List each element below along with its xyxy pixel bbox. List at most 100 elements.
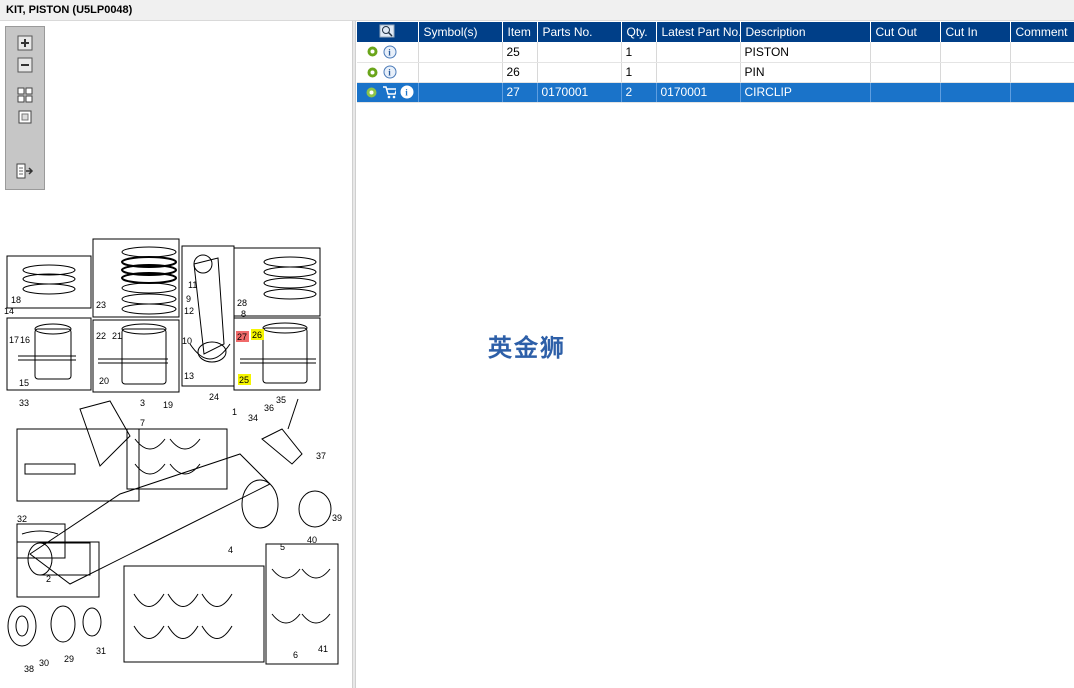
cell-qty: 1 xyxy=(621,62,657,83)
gear-icon[interactable] xyxy=(365,85,378,99)
svg-text:37: 37 xyxy=(316,451,326,461)
svg-text:39: 39 xyxy=(332,513,342,523)
table-row-selected[interactable]: i 27 0170001 2 0170001 CIRCLIP xyxy=(357,82,1074,103)
svg-text:27: 27 xyxy=(237,332,247,342)
column-header-cut-out[interactable]: Cut Out xyxy=(870,22,941,42)
svg-text:20: 20 xyxy=(99,376,109,386)
window-title: KIT, PISTON (U5LP0048) xyxy=(6,4,133,16)
cart-icon[interactable] xyxy=(382,85,396,99)
svg-text:14: 14 xyxy=(4,306,14,316)
diagram-toolbar xyxy=(5,26,45,190)
crank-box-1 xyxy=(16,428,140,502)
svg-text:9: 9 xyxy=(186,294,191,304)
cell-cut-out xyxy=(870,42,941,63)
gear-icon[interactable] xyxy=(365,65,379,79)
svg-text:36: 36 xyxy=(264,403,274,413)
svg-text:32: 32 xyxy=(17,514,27,524)
column-header-latest-part-no[interactable]: Latest Part No. xyxy=(656,22,741,42)
svg-text:15: 15 xyxy=(19,378,29,388)
svg-text:16: 16 xyxy=(20,335,30,345)
watermark: 英金狮 xyxy=(488,334,566,362)
column-header-tools[interactable] xyxy=(357,22,419,42)
table-row[interactable]: i 25 1 PISTON xyxy=(357,42,1074,63)
cell-description: PISTON xyxy=(740,42,871,63)
cell-latest-part-no xyxy=(656,62,741,83)
svg-text:38: 38 xyxy=(24,664,34,674)
key-box-32 xyxy=(16,523,66,559)
column-header-qty[interactable]: Qty. xyxy=(621,22,657,42)
zoom-out-icon[interactable] xyxy=(14,55,36,75)
column-header-item[interactable]: Item xyxy=(502,22,538,42)
pane-splitter[interactable] xyxy=(352,21,356,688)
column-header-comment[interactable]: Comment xyxy=(1010,22,1074,42)
zoom-in-icon[interactable] xyxy=(14,33,36,53)
fit-page-icon[interactable] xyxy=(14,107,36,127)
search-icon[interactable] xyxy=(379,24,395,38)
svg-text:29: 29 xyxy=(64,654,74,664)
svg-text:31: 31 xyxy=(96,646,106,656)
svg-text:30: 30 xyxy=(39,658,49,668)
cell-parts-no xyxy=(537,42,622,63)
info-icon[interactable]: i xyxy=(400,85,414,99)
cell-item: 25 xyxy=(502,42,538,63)
svg-text:18: 18 xyxy=(11,295,21,305)
column-header-description[interactable]: Description xyxy=(740,22,871,42)
svg-text:8: 8 xyxy=(241,309,246,319)
cell-comment xyxy=(1010,42,1074,63)
cell-qty: 1 xyxy=(621,42,657,63)
svg-text:23: 23 xyxy=(96,300,106,310)
info-icon[interactable]: i xyxy=(383,65,397,79)
gear-icon[interactable] xyxy=(365,45,379,59)
svg-text:10: 10 xyxy=(182,336,192,346)
table-row[interactable]: i 26 1 PIN xyxy=(357,62,1074,83)
svg-text:35: 35 xyxy=(276,395,286,405)
cell-latest-part-no xyxy=(656,42,741,63)
cell-description: PIN xyxy=(740,62,871,83)
cell-description: CIRCLIP xyxy=(740,82,871,103)
svg-text:41: 41 xyxy=(318,644,328,654)
cell-cut-out xyxy=(870,62,941,83)
fit-all-icon[interactable] xyxy=(14,85,36,105)
cell-parts-no xyxy=(537,62,622,83)
svg-text:12: 12 xyxy=(184,306,194,316)
svg-text:1: 1 xyxy=(232,407,237,417)
svg-text:33: 33 xyxy=(19,398,29,408)
connecting-rod-box xyxy=(181,245,235,387)
svg-text:7: 7 xyxy=(140,418,145,428)
cell-comment xyxy=(1010,82,1074,103)
cell-parts-no: 0170001 xyxy=(537,82,622,103)
svg-text:34: 34 xyxy=(248,413,258,423)
svg-text:25: 25 xyxy=(239,375,249,385)
cell-comment xyxy=(1010,62,1074,83)
gear-box-2 xyxy=(16,541,100,598)
table-header-row: Symbol(s) Item Parts No. Qty. Latest Par… xyxy=(357,22,1074,42)
window-titlebar: KIT, PISTON (U5LP0048) xyxy=(0,0,1074,21)
svg-text:2: 2 xyxy=(46,574,51,584)
svg-text:11: 11 xyxy=(188,280,197,290)
cell-latest-part-no: 0170001 xyxy=(656,82,741,103)
cell-cut-in xyxy=(940,82,1011,103)
svg-text:17: 17 xyxy=(9,335,19,345)
svg-text:4: 4 xyxy=(228,545,233,555)
column-header-cut-in[interactable]: Cut In xyxy=(940,22,1011,42)
svg-text:19: 19 xyxy=(163,400,173,410)
cell-item: 27 xyxy=(502,82,538,103)
svg-text:40: 40 xyxy=(307,535,317,545)
svg-text:3: 3 xyxy=(140,398,145,408)
svg-text:21: 21 xyxy=(112,331,122,341)
bearing-box-4 xyxy=(123,565,265,663)
info-icon[interactable]: i xyxy=(383,45,397,59)
cell-cut-in xyxy=(940,42,1011,63)
cell-item: 26 xyxy=(502,62,538,83)
cell-cut-in xyxy=(940,62,1011,83)
column-header-symbols[interactable]: Symbol(s) xyxy=(418,22,503,42)
svg-text:5: 5 xyxy=(280,542,285,552)
svg-text:28: 28 xyxy=(237,298,247,308)
svg-text:26: 26 xyxy=(252,330,262,340)
parts-diagram[interactable]: 18 23 28 11912 8 1417 1615 22 212019 101324 3… xyxy=(0,234,352,688)
export-icon[interactable] xyxy=(14,161,36,181)
cell-qty: 2 xyxy=(621,82,657,103)
column-header-parts-no[interactable]: Parts No. xyxy=(537,22,622,42)
cell-cut-out xyxy=(870,82,941,103)
parts-table: Symbol(s) Item Parts No. Qty. Latest Par… xyxy=(357,22,1074,103)
